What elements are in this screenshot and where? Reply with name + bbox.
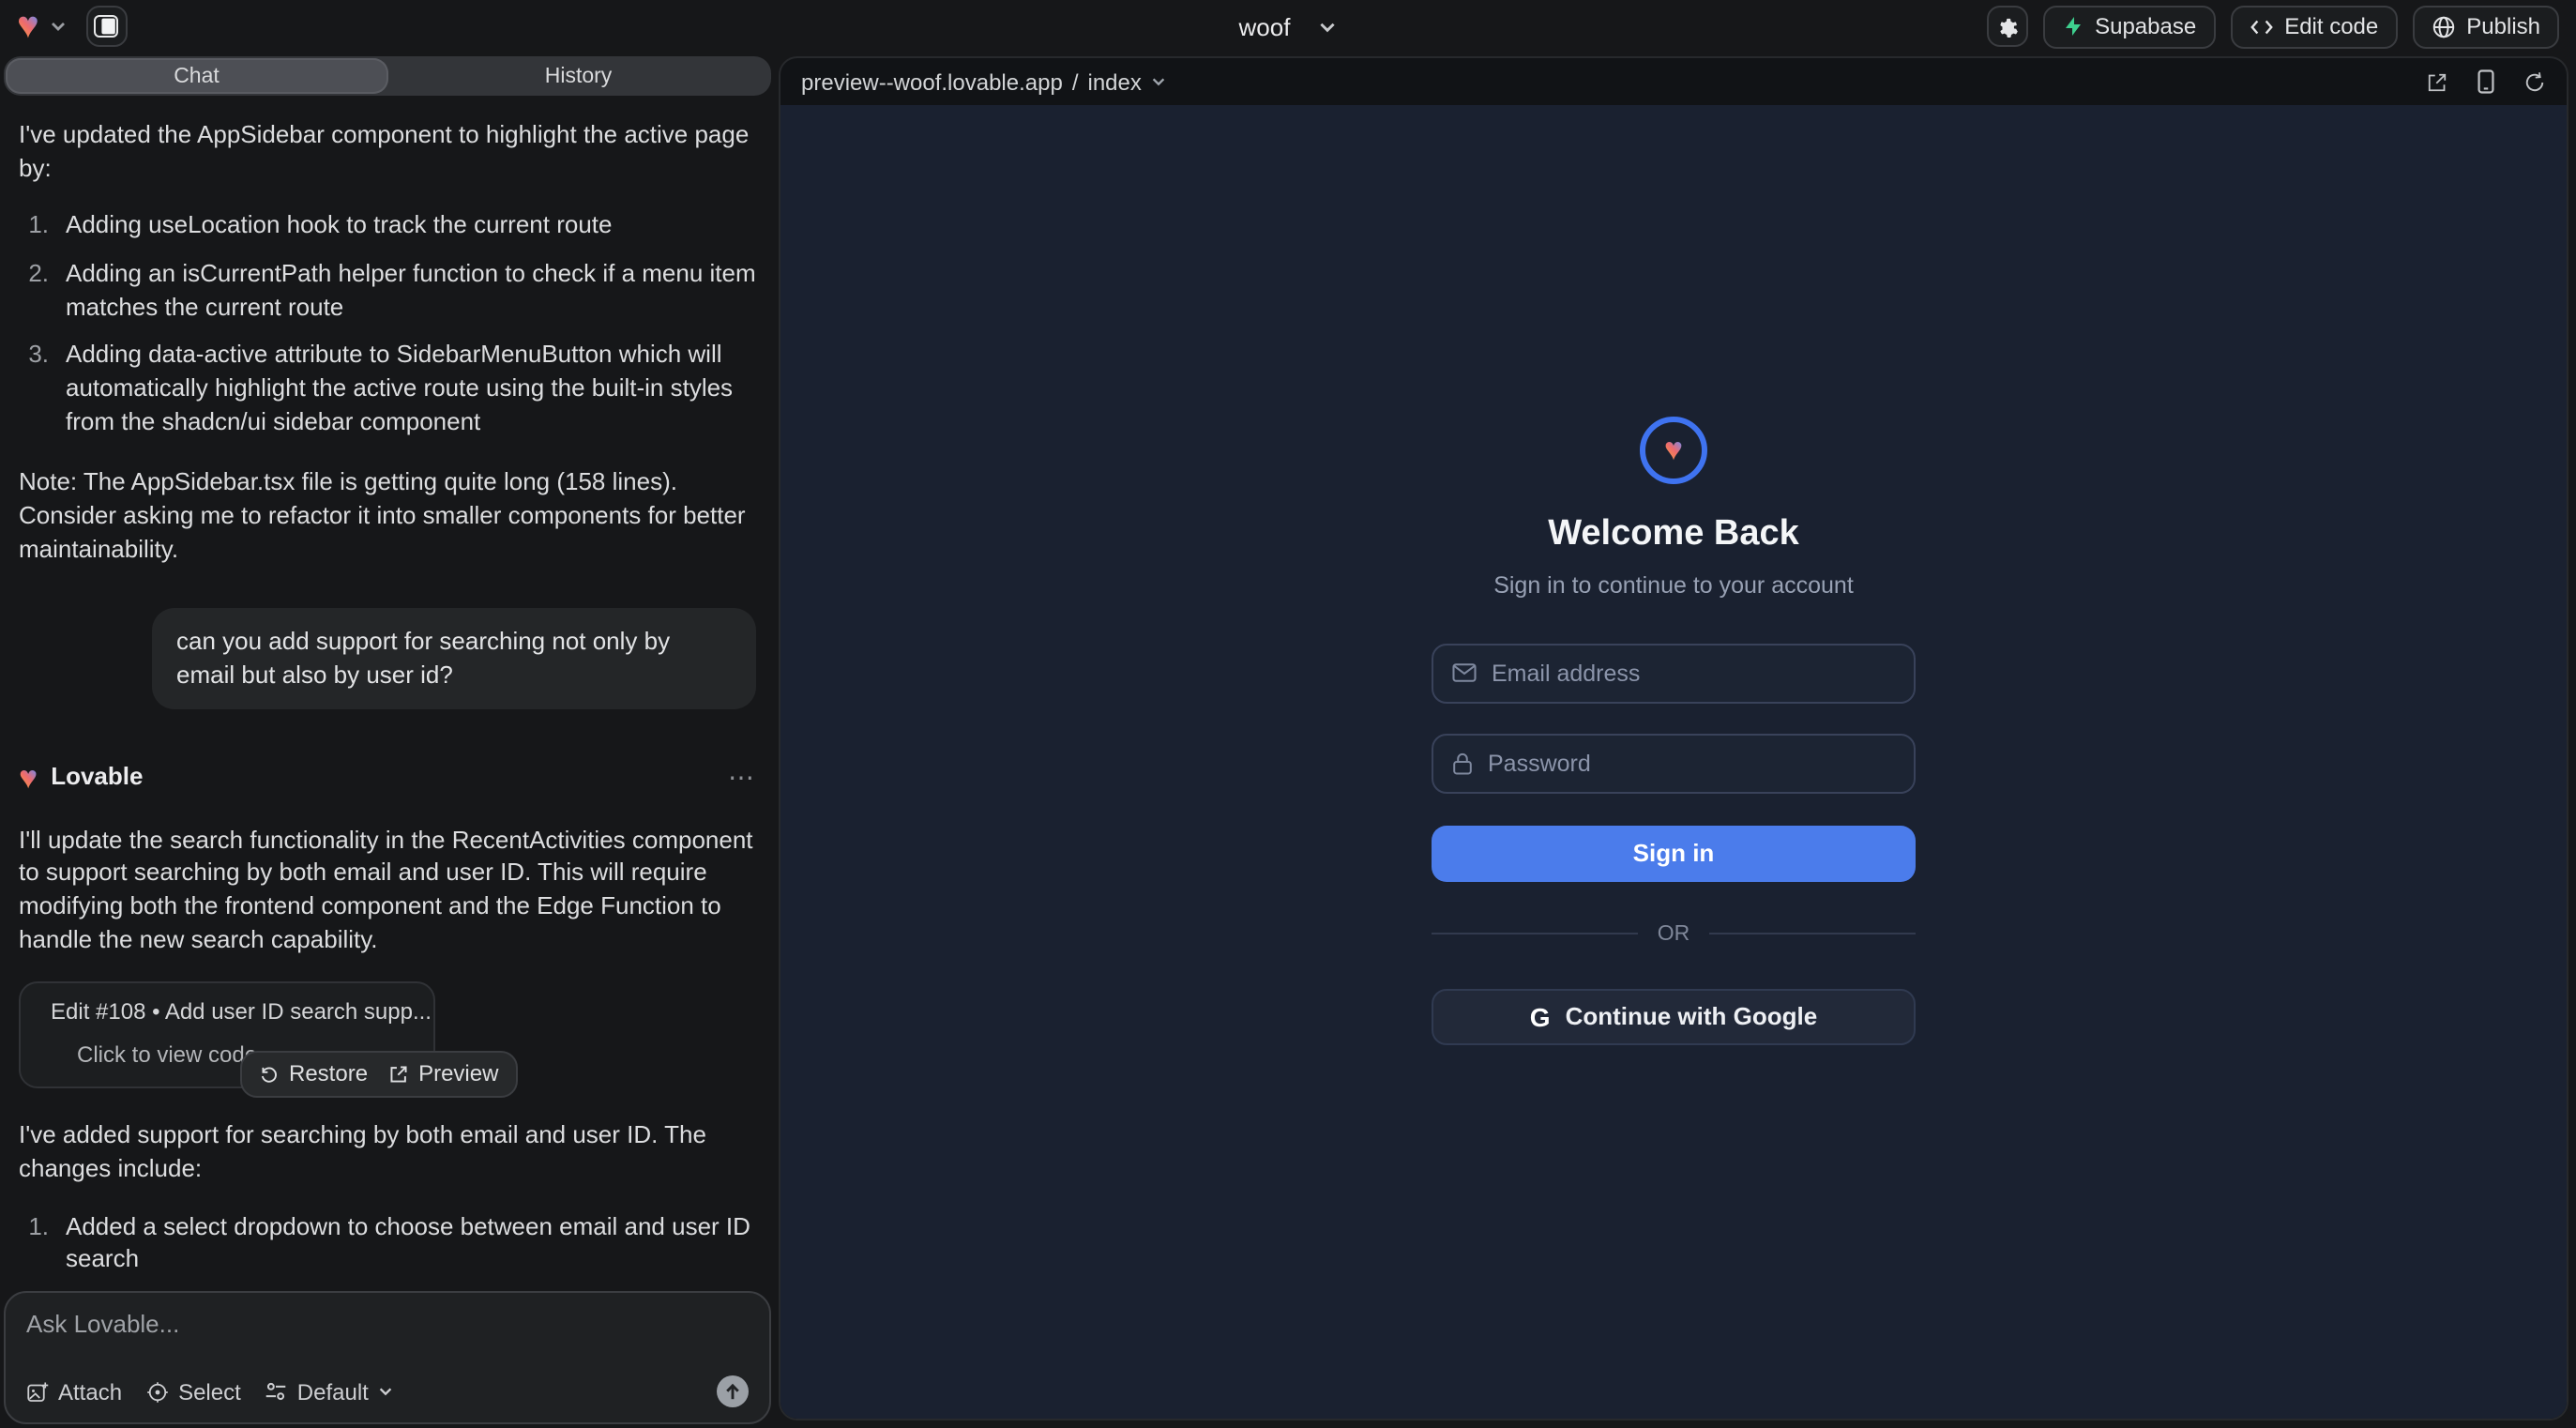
user-message-row: can you add support for searching not on… — [19, 609, 756, 709]
sliders-icon — [265, 1381, 288, 1402]
edit-code-label: Edit code — [2284, 13, 2378, 39]
preview-page-name: index — [1088, 68, 1142, 95]
project-menu-chevron-icon[interactable] — [49, 17, 68, 36]
preview-column: preview--woof.lovable.app / index — [775, 53, 2576, 1428]
restore-icon — [259, 1064, 280, 1085]
password-field[interactable] — [1432, 733, 1916, 793]
select-button[interactable]: Select — [146, 1378, 241, 1405]
preview-button[interactable]: Preview — [388, 1059, 498, 1090]
sidebar-toggle-button[interactable] — [86, 6, 128, 47]
message-menu-button[interactable]: ⋯ — [728, 759, 756, 795]
chevron-down-icon — [378, 1383, 395, 1400]
preview-url-selector[interactable]: preview--woof.lovable.app / index — [801, 68, 1168, 95]
url-separator: / — [1072, 68, 1079, 95]
attach-image-icon — [26, 1380, 49, 1403]
gear-icon — [1994, 14, 2019, 38]
lovable-logo-icon[interactable]: ♥ — [17, 8, 39, 45]
assistant-header: ♥ Lovable ⋯ — [19, 759, 756, 795]
assistant-numbered-list: 1.Adding useLocation hook to track the c… — [19, 209, 756, 438]
send-button[interactable] — [717, 1375, 749, 1407]
publish-label: Publish — [2466, 13, 2540, 39]
signin-title: Welcome Back — [1548, 513, 1799, 554]
preview-header: preview--woof.lovable.app / index — [780, 58, 2567, 105]
tab-chat[interactable]: Chat — [6, 58, 387, 94]
chevron-down-icon — [1151, 73, 1168, 90]
signin-card: ♥ Welcome Back Sign in to continue to yo… — [1432, 416, 1916, 1044]
assistant-name: Lovable — [51, 761, 143, 794]
publish-button[interactable]: Publish — [2412, 5, 2559, 48]
preview-viewport: ♥ Welcome Back Sign in to continue to yo… — [780, 105, 2567, 1419]
list-item: 1.Added a select dropdown to choose betw… — [19, 1210, 756, 1272]
restore-button[interactable]: Restore — [259, 1059, 368, 1090]
signin-button[interactable]: Sign in — [1432, 825, 1916, 881]
email-field[interactable] — [1432, 643, 1916, 703]
preview-panel: preview--woof.lovable.app / index — [779, 56, 2568, 1420]
code-icon — [2249, 16, 2273, 37]
arrow-up-icon — [724, 1382, 741, 1401]
edit-code-button[interactable]: Edit code — [2230, 5, 2397, 48]
supabase-icon — [2061, 15, 2084, 38]
edit-card-title: Edit #108 • Add user ID search supp... — [51, 997, 432, 1028]
globe-icon — [2431, 14, 2455, 38]
assistant-message-intro: I've updated the AppSidebar component to… — [19, 118, 756, 185]
top-bar: ♥ woof S — [0, 0, 2576, 53]
assistant-numbered-list-2: 1.Added a select dropdown to choose betw… — [19, 1210, 756, 1272]
or-divider: OR — [1432, 922, 1916, 945]
chat-panel: Chat History I've updated the AppSidebar… — [0, 53, 775, 1428]
settings-button[interactable] — [1986, 6, 2027, 47]
panel-icon — [95, 15, 119, 38]
edit-toolbar: Restore Preview — [240, 1052, 517, 1098]
signin-subtitle: Sign in to continue to your account — [1493, 571, 1854, 598]
tab-history[interactable]: History — [387, 58, 769, 94]
refresh-button[interactable] — [2523, 70, 2546, 93]
supabase-label: Supabase — [2095, 13, 2196, 39]
email-input[interactable] — [1492, 660, 1895, 686]
supabase-button[interactable]: Supabase — [2042, 5, 2215, 48]
edit-card-wrapper: Edit #108 • Add user ID search supp... C… — [19, 982, 756, 1091]
assistant-summary: I've added support for searching by both… — [19, 1119, 756, 1186]
open-in-new-tab-button[interactable] — [2426, 70, 2448, 93]
list-item: 2.Adding an isCurrentPath helper functio… — [19, 257, 756, 324]
mobile-device-icon — [2477, 69, 2495, 94]
user-message-bubble: can you add support for searching not on… — [152, 609, 756, 709]
tab-history-label: History — [545, 65, 613, 87]
password-input[interactable] — [1488, 750, 1895, 776]
mode-selector[interactable]: Default — [265, 1378, 395, 1405]
preview-url: preview--woof.lovable.app — [801, 68, 1063, 95]
composer: Attach Select Default — [4, 1291, 771, 1424]
external-link-icon — [388, 1064, 409, 1085]
chat-input[interactable] — [26, 1310, 749, 1351]
lock-icon — [1452, 752, 1473, 774]
lovable-avatar-icon: ♥ — [19, 762, 38, 794]
chat-messages[interactable]: I've updated the AppSidebar component to… — [4, 96, 771, 1272]
select-target-icon — [146, 1380, 169, 1403]
mail-icon — [1452, 662, 1477, 683]
list-item: 3.Adding data-active attribute to Sideba… — [19, 339, 756, 438]
list-item: 1.Adding useLocation hook to track the c… — [19, 209, 756, 242]
mobile-view-button[interactable] — [2477, 69, 2495, 94]
heart-icon: ♥ — [1664, 433, 1683, 465]
app-logo: ♥ — [1640, 416, 1707, 483]
chat-tabs: Chat History — [4, 56, 771, 96]
external-link-icon — [2426, 70, 2448, 93]
app-window: ♥ woof S — [0, 0, 2576, 1428]
google-icon: G — [1530, 1001, 1551, 1031]
chevron-down-icon — [1316, 16, 1337, 37]
attach-button[interactable]: Attach — [26, 1378, 122, 1405]
assistant-message-intro-2: I'll update the search functionality in … — [19, 824, 756, 956]
assistant-note: Note: The AppSidebar.tsx file is getting… — [19, 466, 756, 566]
google-signin-label: Continue with Google — [1566, 1002, 1818, 1030]
project-name: woof — [1239, 12, 1291, 40]
refresh-icon — [2523, 70, 2546, 93]
tab-chat-label: Chat — [174, 65, 220, 87]
project-selector[interactable]: woof — [1239, 12, 1338, 40]
or-label: OR — [1658, 922, 1690, 945]
google-signin-button[interactable]: G Continue with Google — [1432, 988, 1916, 1044]
